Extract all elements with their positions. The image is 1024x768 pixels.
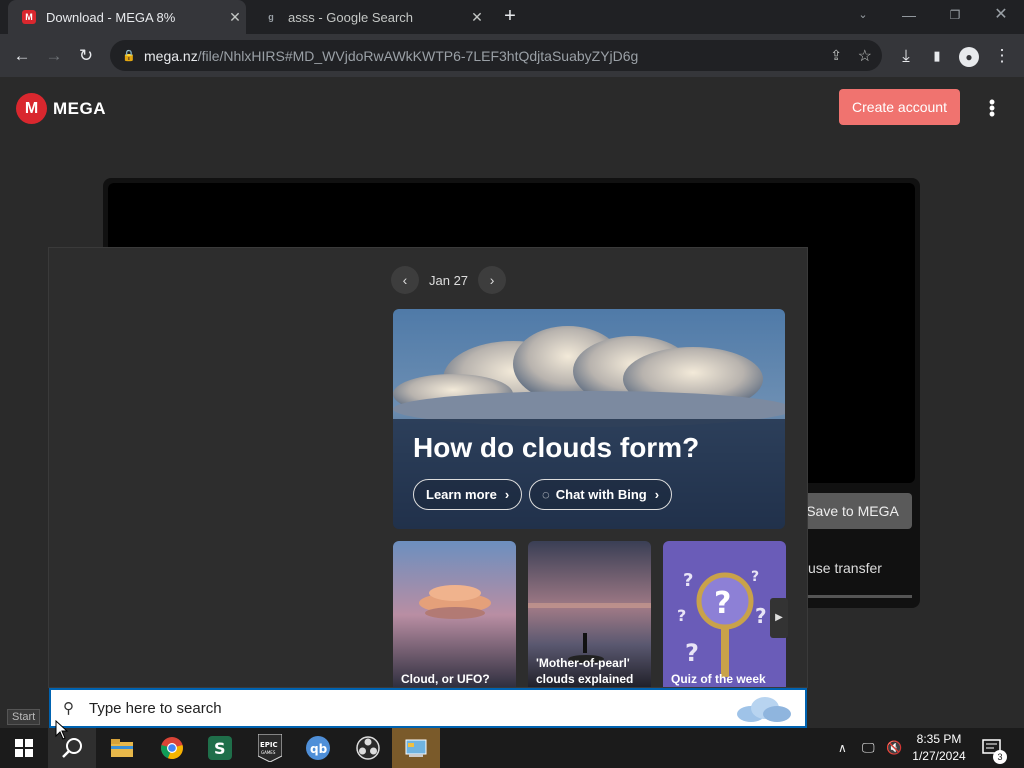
- chat-with-bing-label: Chat with Bing: [555, 487, 647, 502]
- tab-title: asss - Google Search: [288, 9, 414, 25]
- qbittorrent-icon[interactable]: qb: [294, 728, 342, 768]
- network-icon[interactable]: 🖵: [862, 728, 875, 768]
- back-icon[interactable]: ←: [8, 42, 36, 70]
- hero-title: How do clouds form?: [413, 432, 700, 463]
- svg-text:?: ?: [714, 586, 731, 621]
- card-label: Cloud, or UFO?: [401, 672, 490, 686]
- minimize-icon[interactable]: —: [886, 0, 932, 30]
- previous-day-icon[interactable]: ‹: [391, 266, 419, 294]
- chat-bubble-icon: ◌: [542, 487, 550, 502]
- svg-text:?: ?: [751, 569, 759, 585]
- profile-icon[interactable]: ●: [955, 42, 983, 70]
- browser-toolbar: ← → ↻ 🔒 mega.nz/file/NhlxHIRS#MD_WVjdoRw…: [0, 34, 1024, 77]
- tab-google-search[interactable]: g asss - Google Search ✕: [250, 0, 488, 34]
- green-app-icon[interactable]: S: [196, 728, 244, 768]
- save-to-mega-button[interactable]: Save to MEGA: [793, 493, 912, 529]
- obs-icon[interactable]: [344, 728, 392, 768]
- date-navigator: ‹ Jan 27 ›: [391, 266, 507, 294]
- lock-icon: 🔒: [122, 50, 136, 62]
- close-window-icon[interactable]: ✕: [978, 0, 1024, 30]
- windows-start-icon[interactable]: [0, 728, 48, 768]
- svg-text:EPIC: EPIC: [260, 741, 278, 749]
- mouse-cursor-icon: [55, 720, 69, 740]
- restore-icon[interactable]: ❐: [932, 0, 978, 30]
- new-tab-icon[interactable]: +: [498, 4, 522, 28]
- url-host: mega.nz: [144, 47, 198, 64]
- scroll-right-icon[interactable]: ▶: [770, 598, 788, 638]
- address-bar[interactable]: 🔒 mega.nz/file/NhlxHIRS#MD_WVjdoRwAWkKWT…: [110, 40, 882, 71]
- svg-text:?: ?: [755, 604, 767, 628]
- close-tab-icon[interactable]: ✕: [224, 9, 246, 26]
- reload-icon[interactable]: ↻: [72, 42, 100, 70]
- svg-text:?: ?: [685, 639, 699, 667]
- date-label: Jan 27: [429, 272, 469, 288]
- more-menu-icon[interactable]: • • •: [984, 93, 1000, 123]
- epic-games-icon[interactable]: EPIC GAMES: [246, 728, 294, 768]
- chevron-right-icon: ›: [654, 487, 660, 502]
- card-mother-of-pearl[interactable]: 'Mother-of-pearl' clouds explained: [528, 541, 651, 687]
- control-panel-icon[interactable]: [392, 728, 440, 768]
- tab-strip: M Download - MEGA 8% ✕ g asss - Google S…: [0, 0, 1024, 34]
- card-label: 'Mother-of-pearl' clouds explained: [536, 656, 634, 686]
- chat-with-bing-button[interactable]: ◌ Chat with Bing ›: [529, 479, 673, 510]
- volume-muted-icon[interactable]: 🔇: [886, 728, 902, 768]
- tab-mega[interactable]: M Download - MEGA 8% ✕: [8, 0, 246, 34]
- download-icon[interactable]: ⤓: [892, 42, 920, 70]
- cloud-icon: [737, 697, 791, 722]
- share-icon[interactable]: ⇪: [830, 47, 842, 64]
- show-hidden-icons-icon[interactable]: ∧: [838, 728, 847, 768]
- svg-text:qb: qb: [310, 742, 328, 756]
- clock[interactable]: 8:35 PM 1/27/2024: [906, 731, 972, 765]
- close-tab-icon[interactable]: ✕: [466, 9, 488, 26]
- card-quiz-of-the-week[interactable]: ? ? ? ? ? ? Quiz of the week: [663, 541, 786, 687]
- notification-count-badge: 3: [993, 750, 1007, 764]
- windows-taskbar: S EPIC GAMES qb ∧ 🖵 🔇 8:35 PM 1/27/2024 3: [0, 728, 1024, 768]
- download-progress-bar: [808, 595, 912, 598]
- file-explorer-icon[interactable]: [98, 728, 146, 768]
- create-account-button[interactable]: Create account: [839, 89, 960, 125]
- side-panel-icon[interactable]: ▮: [923, 42, 951, 70]
- clock-time: 8:35 PM: [916, 732, 962, 746]
- lenticular-cloud-image: [393, 541, 516, 687]
- taskbar-search-box[interactable]: ⚲ Type here to search: [49, 688, 807, 728]
- windows-search-panel: ‹ Jan 27 › How do clouds form? Learn mor…: [48, 247, 808, 688]
- quiz-magnifier-image: ? ? ? ? ? ?: [663, 541, 786, 687]
- chrome-icon[interactable]: [148, 728, 196, 768]
- next-day-icon[interactable]: ›: [478, 266, 507, 294]
- forward-icon[interactable]: →: [40, 42, 68, 70]
- mega-brand-name: MEGA: [53, 98, 106, 118]
- notifications-icon[interactable]: 3: [982, 728, 1007, 768]
- tab-title: Download - MEGA 8%: [46, 9, 176, 25]
- hero-card[interactable]: How do clouds form? Learn more › ◌ Chat …: [393, 309, 785, 529]
- learn-more-button[interactable]: Learn more ›: [413, 479, 523, 510]
- mega-favicon-icon: M: [22, 10, 36, 24]
- search-input[interactable]: Type here to search: [89, 700, 222, 717]
- url-path: /file/NhlxHIRS#MD_WVjdoRwAWkKWTP6-7LEF3h…: [197, 47, 639, 64]
- chevron-right-icon: ›: [504, 487, 510, 502]
- learn-more-label: Learn more: [426, 487, 497, 502]
- chrome-menu-icon[interactable]: ⋮: [988, 42, 1016, 70]
- svg-text:?: ?: [683, 570, 693, 591]
- clock-date: 1/27/2024: [912, 749, 966, 763]
- mega-logo[interactable]: M MEGA: [16, 93, 106, 124]
- card-label: Quiz of the week: [671, 672, 766, 686]
- card-cloud-ufo[interactable]: Cloud, or UFO?: [393, 541, 516, 687]
- svg-text:S: S: [214, 739, 226, 758]
- search-icon: ⚲: [63, 700, 74, 717]
- start-tooltip: Start: [7, 709, 41, 725]
- google-favicon-icon: g: [268, 12, 274, 22]
- mega-logo-icon: M: [16, 93, 47, 124]
- tab-search-icon[interactable]: ⌄: [840, 0, 886, 30]
- bookmark-star-icon[interactable]: ☆: [858, 46, 872, 66]
- svg-text:?: ?: [677, 606, 686, 625]
- svg-text:GAMES: GAMES: [261, 750, 276, 755]
- pause-transfer-button[interactable]: use transfer: [808, 560, 882, 576]
